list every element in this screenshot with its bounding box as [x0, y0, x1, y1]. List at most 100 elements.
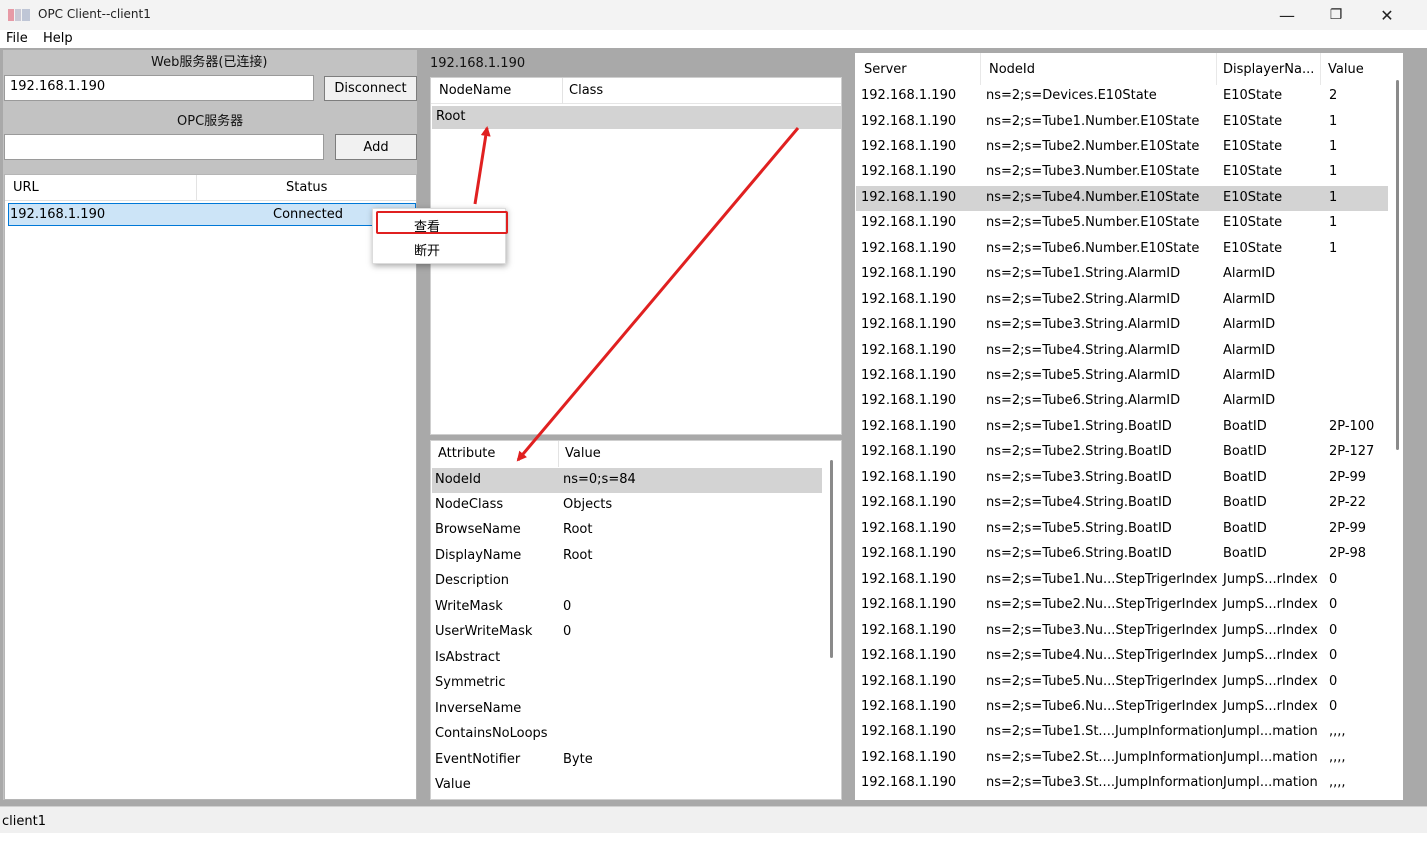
- variable-nodeid: ns=2;s=Tube3.Number.E10State: [986, 164, 1200, 179]
- col-displayname[interactable]: DisplayerNa...: [1223, 62, 1314, 77]
- server-list: URL Status 192.168.1.190 Connected: [4, 174, 417, 800]
- add-button[interactable]: Add: [335, 134, 417, 160]
- variable-server: 192.168.1.190: [861, 292, 957, 307]
- variable-row[interactable]: 192.168.1.190 ns=2;s=Tube6.Number.E10Stat…: [856, 237, 1388, 262]
- variable-displayname: E10State: [1223, 190, 1283, 205]
- variable-row[interactable]: 192.168.1.190 ns=2;s=Tube2.String.AlarmID…: [856, 288, 1388, 313]
- variable-value: 0: [1329, 572, 1338, 587]
- variable-row[interactable]: 192.168.1.190 ns=2;s=Tube2.Nu...StepTrige…: [856, 593, 1388, 618]
- menu-file[interactable]: File: [6, 31, 28, 46]
- web-server-input[interactable]: 192.168.1.190: [4, 75, 314, 101]
- variable-displayname: E10State: [1223, 88, 1283, 103]
- variable-nodeid: ns=2;s=Tube1.Nu...StepTrigerIndex: [986, 572, 1218, 587]
- attribute-row[interactable]: ContainsNoLoops: [432, 722, 822, 747]
- variable-value: 1: [1329, 215, 1338, 230]
- title-bar: OPC Client--client1 — ❐ ✕: [0, 0, 1427, 30]
- close-button[interactable]: ✕: [1364, 0, 1410, 30]
- variable-row[interactable]: 192.168.1.190 ns=2;s=Tube5.Number.E10Stat…: [856, 211, 1388, 236]
- variable-row[interactable]: 192.168.1.190 ns=2;s=Tube3.Nu...StepTrige…: [856, 619, 1388, 644]
- variable-row[interactable]: 192.168.1.190 ns=2;s=Tube2.St....JumpInfo…: [856, 746, 1388, 771]
- attribute-name: NodeClass: [435, 497, 504, 512]
- server-row[interactable]: 192.168.1.190 Connected: [8, 203, 416, 226]
- tree-node-root[interactable]: Root: [432, 106, 841, 129]
- variable-row[interactable]: 192.168.1.190 ns=2;s=Tube6.String.BoatID B…: [856, 542, 1388, 567]
- variable-row[interactable]: 192.168.1.190 ns=2;s=Tube5.String.AlarmID…: [856, 364, 1388, 389]
- attribute-row[interactable]: Value: [432, 773, 822, 798]
- col-value[interactable]: Value: [1328, 62, 1364, 77]
- variable-scrollbar[interactable]: [1396, 80, 1399, 450]
- variable-row[interactable]: 192.168.1.190 ns=2;s=Tube6.Nu...StepTrige…: [856, 695, 1388, 720]
- context-menu-disconnect[interactable]: 断开: [373, 237, 505, 259]
- variable-row[interactable]: 192.168.1.190 ns=2;s=Tube2.String.BoatID B…: [856, 440, 1388, 465]
- minimize-button[interactable]: —: [1264, 0, 1310, 30]
- variable-displayname: BoatID: [1223, 419, 1267, 434]
- variable-value: 0: [1329, 623, 1338, 638]
- variable-server: 192.168.1.190: [861, 215, 957, 230]
- attribute-scrollbar[interactable]: [830, 460, 833, 658]
- variable-nodeid: ns=2;s=Tube1.String.BoatID: [986, 419, 1172, 434]
- col-value[interactable]: Value: [565, 446, 601, 461]
- opc-server-input[interactable]: [4, 134, 324, 160]
- col-server[interactable]: Server: [864, 62, 907, 77]
- variable-row[interactable]: 192.168.1.190 ns=2;s=Tube1.String.BoatID B…: [856, 415, 1388, 440]
- variable-displayname: E10State: [1223, 215, 1283, 230]
- attribute-row[interactable]: BrowseName Root: [432, 518, 822, 543]
- col-nodeid[interactable]: NodeId: [989, 62, 1035, 77]
- col-status[interactable]: Status: [286, 180, 327, 195]
- variable-row[interactable]: 192.168.1.190 ns=2;s=Tube3.Number.E10Stat…: [856, 160, 1388, 185]
- attribute-row[interactable]: NodeClass Objects: [432, 493, 822, 518]
- variable-row[interactable]: 192.168.1.190 ns=2;s=Tube4.Number.E10Stat…: [856, 186, 1388, 211]
- variable-row[interactable]: 192.168.1.190 ns=2;s=Tube1.Number.E10Stat…: [856, 110, 1388, 135]
- variable-server: 192.168.1.190: [861, 241, 957, 256]
- variable-row[interactable]: 192.168.1.190 ns=2;s=Tube1.St....JumpInfo…: [856, 720, 1388, 745]
- variable-displayname: JumpI...mation: [1223, 750, 1318, 765]
- attribute-row[interactable]: WriteMask 0: [432, 595, 822, 620]
- variable-nodeid: ns=2;s=Tube4.String.BoatID: [986, 495, 1172, 510]
- attribute-row[interactable]: Symmetric: [432, 671, 822, 696]
- variable-nodeid: ns=2;s=Tube2.Nu...StepTrigerIndex: [986, 597, 1218, 612]
- node-tree-header: NodeName Class: [431, 78, 841, 104]
- variable-displayname: AlarmID: [1223, 368, 1276, 383]
- variable-row[interactable]: 192.168.1.190 ns=2;s=Tube5.String.BoatID B…: [856, 517, 1388, 542]
- attribute-row[interactable]: UserWriteMask 0: [432, 620, 822, 645]
- variable-row[interactable]: 192.168.1.190 ns=2;s=Tube6.String.AlarmID…: [856, 389, 1388, 414]
- attribute-row[interactable]: InverseName: [432, 697, 822, 722]
- variable-nodeid: ns=2;s=Devices.E10State: [986, 88, 1157, 103]
- col-url[interactable]: URL: [13, 180, 39, 195]
- attribute-row[interactable]: IsAbstract: [432, 646, 822, 671]
- variable-row[interactable]: 192.168.1.190 ns=2;s=Tube4.String.AlarmID…: [856, 339, 1388, 364]
- attribute-value: Root: [563, 522, 593, 537]
- col-attribute[interactable]: Attribute: [438, 446, 495, 461]
- variable-row[interactable]: 192.168.1.190 ns=2;s=Devices.E10State E10S…: [856, 84, 1388, 109]
- variable-row[interactable]: 192.168.1.190 ns=2;s=Tube1.Nu...StepTrige…: [856, 568, 1388, 593]
- variable-server: 192.168.1.190: [861, 393, 957, 408]
- variable-value: 1: [1329, 241, 1338, 256]
- attribute-row[interactable]: NodeId ns=0;s=84: [432, 468, 822, 493]
- variable-row[interactable]: 192.168.1.190 ns=2;s=Tube3.String.AlarmID…: [856, 313, 1388, 338]
- disconnect-button[interactable]: Disconnect: [324, 76, 417, 101]
- variable-value: 2P-100: [1329, 419, 1375, 434]
- attribute-row[interactable]: EventNotifier Byte: [432, 748, 822, 773]
- variable-value: 2P-99: [1329, 521, 1367, 536]
- variable-row[interactable]: 192.168.1.190 ns=2;s=Tube3.St....JumpInfo…: [856, 771, 1388, 796]
- variable-server: 192.168.1.190: [861, 521, 957, 536]
- attribute-row[interactable]: Description: [432, 569, 822, 594]
- col-nodename[interactable]: NodeName: [439, 83, 511, 98]
- variable-row[interactable]: 192.168.1.190 ns=2;s=Tube4.Nu...StepTrige…: [856, 644, 1388, 669]
- variable-server: 192.168.1.190: [861, 317, 957, 332]
- variable-row[interactable]: 192.168.1.190 ns=2;s=Tube4.String.BoatID B…: [856, 491, 1388, 516]
- status-bar: client1: [0, 806, 1427, 833]
- variable-row[interactable]: 192.168.1.190 ns=2;s=Tube1.String.AlarmID…: [856, 262, 1388, 287]
- menu-help[interactable]: Help: [43, 31, 73, 46]
- variable-value: 0: [1329, 648, 1338, 663]
- header-divider: [980, 53, 981, 85]
- variable-row[interactable]: 192.168.1.190 ns=2;s=Tube2.Number.E10Stat…: [856, 135, 1388, 160]
- restore-button[interactable]: ❐: [1313, 0, 1359, 30]
- attribute-row[interactable]: DisplayName Root: [432, 544, 822, 569]
- col-class[interactable]: Class: [569, 83, 603, 98]
- variable-server: 192.168.1.190: [861, 699, 957, 714]
- variable-displayname: JumpI...mation: [1223, 775, 1318, 790]
- variable-row[interactable]: 192.168.1.190 ns=2;s=Tube5.Nu...StepTrige…: [856, 670, 1388, 695]
- server-status: Connected: [273, 207, 344, 222]
- variable-row[interactable]: 192.168.1.190 ns=2;s=Tube3.String.BoatID B…: [856, 466, 1388, 491]
